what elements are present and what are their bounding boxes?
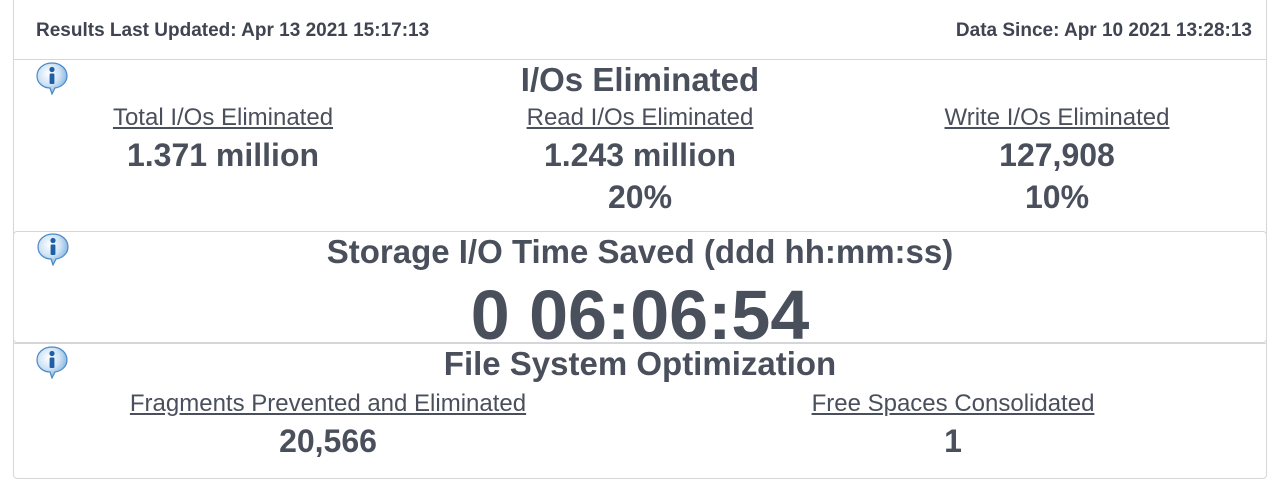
free-spaces-link[interactable]: Free Spaces Consolidated [812, 390, 1095, 418]
read-ios-value: 1.243 million [543, 137, 737, 173]
fragments-link[interactable]: Fragments Prevented and Eliminated [130, 390, 526, 418]
total-ios-link[interactable]: Total I/Os Eliminated [113, 104, 333, 132]
write-ios-link[interactable]: Write I/Os Eliminated [945, 104, 1170, 132]
fragments-value: 20,566 [279, 423, 377, 459]
file-system-panel: File System Optimization Fragments Preve… [13, 343, 1267, 479]
read-ios-metric: Read I/Os Eliminated 1.243 million 20% [510, 104, 770, 214]
total-ios-value: 1.371 million [126, 137, 320, 173]
panel-title: I/Os Eliminated [520, 61, 760, 98]
time-saved-value: 0 06:06:54 [470, 276, 810, 354]
free-spaces-metric: Free Spaces Consolidated 1 [753, 390, 1153, 459]
panel-title: File System Optimization [443, 345, 837, 382]
ios-eliminated-panel: I/Os Eliminated Total I/Os Eliminated 1.… [13, 60, 1267, 231]
write-ios-metric: Write I/Os Eliminated 127,908 10% [927, 104, 1187, 214]
read-ios-link[interactable]: Read I/Os Eliminated [527, 104, 754, 132]
read-ios-percent: 20% [607, 178, 673, 215]
write-ios-value: 127,908 [999, 137, 1115, 173]
write-ios-percent: 10% [1024, 178, 1090, 215]
time-saved-panel: Storage I/O Time Saved (ddd hh:mm:ss) 0 … [13, 231, 1267, 350]
fragments-metric: Fragments Prevented and Eliminated 20,56… [73, 390, 583, 459]
total-ios-metric: Total I/Os Eliminated 1.371 million [93, 104, 353, 173]
panel-title: Storage I/O Time Saved (ddd hh:mm:ss) [326, 233, 954, 270]
results-header: Results Last Updated: Apr 13 2021 15:17:… [13, 0, 1267, 60]
data-since: Data Since: Apr 10 2021 13:28:13 [955, 20, 1252, 41]
free-spaces-value: 1 [944, 423, 962, 459]
results-last-updated: Results Last Updated: Apr 13 2021 15:17:… [36, 20, 430, 41]
